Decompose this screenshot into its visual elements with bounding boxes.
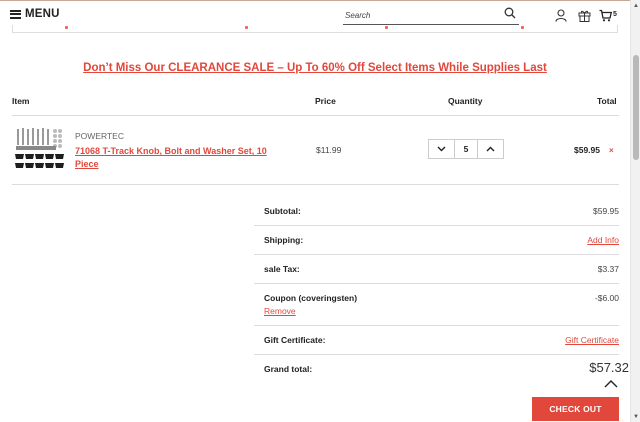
scrollbar-thumb[interactable] (633, 55, 639, 160)
chevron-up-icon (486, 146, 495, 152)
divider (254, 325, 619, 326)
tax-label: sale Tax: (264, 264, 300, 274)
gift-certificate-label: Gift Certificate: (264, 335, 326, 345)
cart-icon[interactable] (599, 9, 612, 22)
menu-button[interactable]: MENU (10, 8, 60, 20)
divider (254, 354, 619, 355)
shipping-add-info-link[interactable]: Add Info (587, 235, 619, 245)
product-brand: POWERTEC (75, 131, 124, 141)
chevron-down-icon (437, 146, 446, 152)
quantity-value[interactable]: 5 (454, 140, 478, 158)
scroll-down-arrow-icon[interactable]: ▼ (633, 414, 639, 420)
scroll-up-arrow-icon[interactable]: ▲ (633, 3, 639, 9)
cart-count-badge: 5 (613, 11, 617, 18)
decrease-quantity-button[interactable] (429, 140, 454, 158)
clearance-promo-link[interactable]: Don’t Miss Our CLEARANCE SALE – Up To 60… (0, 62, 630, 74)
search-box (343, 5, 519, 25)
product-price: $11.99 (316, 145, 342, 155)
column-header-price: Price (315, 96, 336, 106)
search-input[interactable] (343, 6, 493, 25)
grand-total-value: $57.32 (589, 360, 629, 375)
divider (12, 115, 619, 116)
search-icon[interactable] (504, 7, 516, 19)
divider (254, 225, 619, 226)
line-total: $59.95 (574, 145, 600, 155)
menu-label: MENU (25, 8, 60, 20)
divider (254, 254, 619, 255)
product-thumbnail[interactable] (14, 126, 66, 174)
coupon-remove-link[interactable]: Remove (264, 306, 296, 316)
page-scrollbar[interactable]: ▲ ▼ (630, 0, 640, 422)
coupon-label: Coupon (coveringsten) (264, 293, 358, 303)
column-header-item: Item (12, 96, 30, 106)
product-name-link[interactable]: 71068 T-Track Knob, Bolt and Washer Set,… (75, 145, 290, 171)
tax-value: $3.37 (597, 264, 619, 274)
remove-item-button[interactable]: × (609, 146, 614, 155)
coupon-value: -$6.00 (594, 293, 619, 303)
back-to-top-icon[interactable] (600, 374, 622, 394)
hamburger-icon (10, 9, 21, 19)
divider (12, 184, 619, 185)
quantity-stepper: 5 (428, 139, 504, 159)
shipping-label: Shipping: (264, 235, 304, 245)
increase-quantity-button[interactable] (478, 140, 503, 158)
gift-icon[interactable] (578, 9, 591, 22)
column-header-total: Total (597, 96, 617, 106)
checkout-button[interactable]: CHECK OUT (532, 397, 619, 421)
account-icon[interactable] (555, 9, 567, 22)
grand-total-label: Grand total: (264, 364, 313, 374)
gift-certificate-link[interactable]: Gift Certificate (565, 335, 619, 345)
subtotal-label: Subtotal: (264, 206, 301, 216)
column-header-quantity: Quantity (448, 96, 483, 106)
divider (254, 283, 619, 284)
subtotal-value: $59.95 (593, 206, 619, 216)
info-box-partial (12, 25, 618, 33)
